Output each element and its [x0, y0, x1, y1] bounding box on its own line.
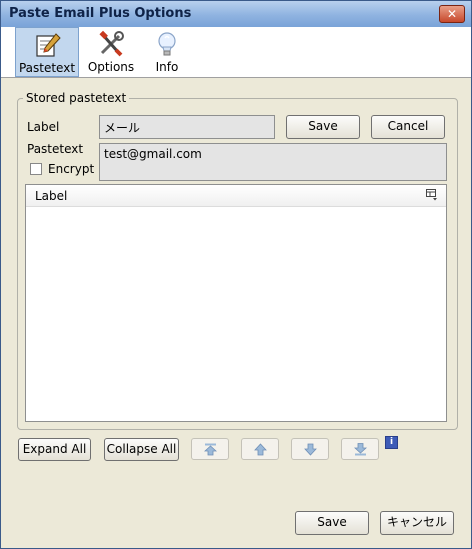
footer-cancel-button[interactable]: キャンセル — [380, 511, 454, 535]
tab-pastetext-label: Pastetext — [18, 61, 76, 75]
column-header-label[interactable]: Label — [35, 189, 67, 203]
move-top-icon — [204, 443, 217, 456]
stored-pastetext-legend: Stored pastetext — [23, 91, 130, 105]
expand-all-button[interactable]: Expand All — [18, 438, 91, 461]
encrypt-checkbox[interactable] — [30, 163, 42, 175]
close-button[interactable]: ✕ — [439, 5, 465, 23]
move-down-icon — [304, 443, 317, 456]
move-up-icon — [254, 443, 267, 456]
list-header: Label — [26, 185, 446, 207]
move-bottom-button[interactable] — [341, 438, 379, 460]
info-icon[interactable]: i — [385, 436, 398, 449]
window-title: Paste Email Plus Options — [9, 6, 192, 21]
collapse-all-button[interactable]: Collapse All — [104, 438, 179, 461]
move-down-button[interactable] — [291, 438, 329, 460]
notepad-pencil-icon — [36, 33, 61, 57]
encrypt-label: Encrypt — [48, 162, 95, 176]
move-top-button[interactable] — [191, 438, 229, 460]
label-caption: Label — [27, 120, 60, 134]
label-save-button[interactable]: Save — [286, 115, 360, 139]
footer-save-button[interactable]: Save — [295, 511, 369, 535]
tab-pastetext[interactable]: Pastetext — [15, 27, 79, 77]
move-up-button[interactable] — [241, 438, 279, 460]
label-cancel-button[interactable]: Cancel — [371, 115, 445, 139]
label-input[interactable]: メール — [99, 115, 275, 139]
tab-options-label: Options — [87, 60, 135, 74]
pastetext-caption: Pastetext — [27, 142, 84, 156]
column-picker-icon[interactable] — [426, 189, 438, 201]
toolbar: Pastetext Options Info — [1, 27, 471, 78]
lightbulb-icon — [158, 32, 176, 56]
tab-info[interactable]: Info — [135, 27, 199, 77]
title-bar[interactable]: Paste Email Plus Options ✕ — [1, 1, 471, 27]
tab-info-label: Info — [155, 60, 179, 74]
pastetext-list[interactable]: Label — [25, 184, 447, 422]
tab-options[interactable]: Options — [79, 27, 143, 77]
move-bottom-icon — [354, 443, 367, 456]
options-window: Paste Email Plus Options ✕ Pastetext Opt… — [0, 0, 472, 549]
tools-icon — [99, 30, 124, 57]
pastetext-input[interactable]: test@gmail.com — [99, 143, 447, 181]
